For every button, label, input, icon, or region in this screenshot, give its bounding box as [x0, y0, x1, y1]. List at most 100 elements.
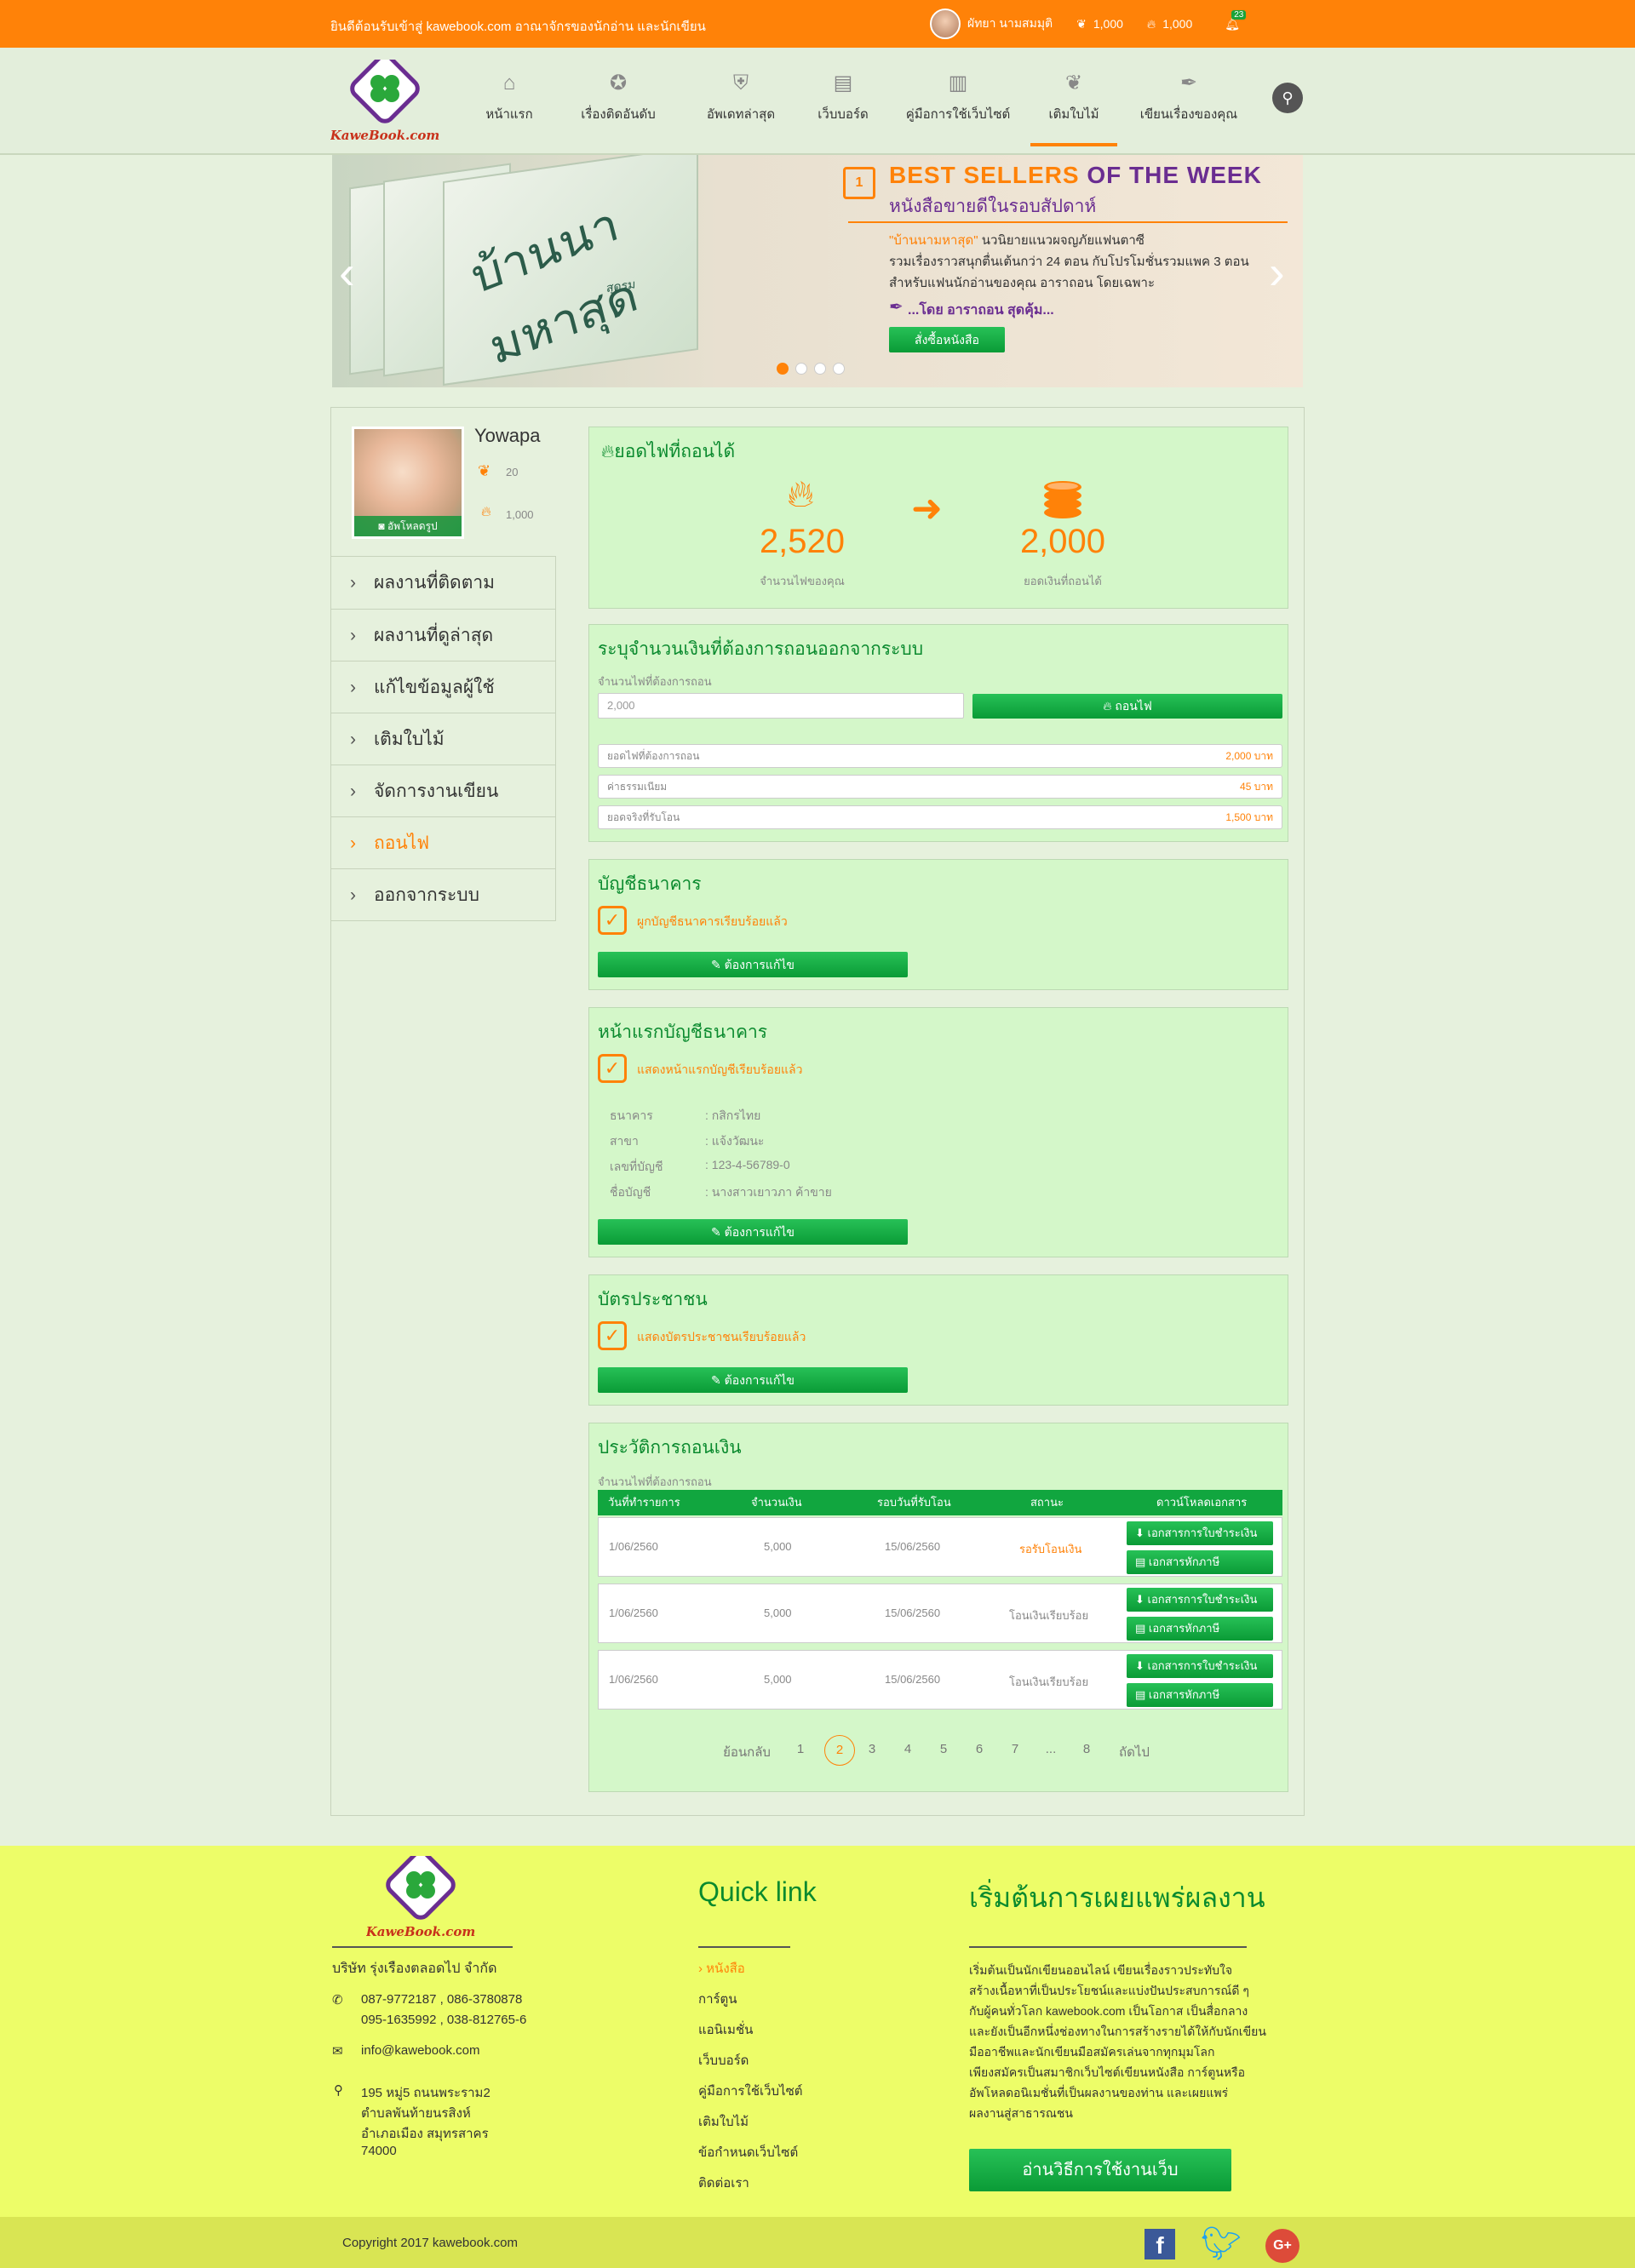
bell-icon[interactable]: 🔔︎ 23 [1225, 9, 1247, 32]
pagination-next[interactable]: ถัดไป [1109, 1742, 1160, 1762]
quick-link[interactable]: เติมใบไม้ [698, 2111, 749, 2132]
banner-prev-icon[interactable]: ‹ [339, 249, 355, 296]
top-bar: ยินดีต้อนรับเข้าสู่ kawebook.com อาณาจัก… [0, 0, 1635, 48]
history-table-header: วันที่ทำรายการ จำนวนเงิน รอบวันที่รับโอน… [598, 1490, 1282, 1515]
nav-topup[interactable]: ❦ เติมใบไม้ [1030, 72, 1117, 146]
sidebar-item-logout[interactable]: › ออกจากระบบ [331, 868, 556, 921]
sidebar-item-topup[interactable]: › เติมใบไม้ [331, 713, 556, 765]
buy-book-button[interactable]: สั่งซื้อหนังสือ [889, 327, 1005, 352]
quick-link[interactable]: การ์ตูน [698, 1989, 737, 2009]
fire-count: 1,000 [1162, 17, 1193, 31]
bookbank-status: แสดงหน้าแรกบัญชีเรียบร้อยแล้ว [637, 1062, 803, 1076]
quick-link[interactable]: คู่มือการใช้เว็บไซต์ [698, 2081, 803, 2101]
sidebar-item-manage[interactable]: › จัดการงานเขียน [331, 765, 556, 817]
download-tax-button[interactable]: ▤ เอกสารหักภาษี [1127, 1550, 1273, 1574]
field-label: ชื่อบัญชี [610, 1185, 651, 1199]
banner-next-icon[interactable]: › [1269, 249, 1285, 296]
table-row: 1/06/2560 5,000 15/06/2560 โอนเงินเรียบร… [598, 1584, 1282, 1643]
nav-home[interactable]: ⌂ หน้าแรก [484, 72, 535, 124]
card-title: ประวัติการถอนเงิน [598, 1438, 742, 1458]
chevron-right-icon: › [350, 626, 356, 645]
chevron-right-icon: › [350, 833, 356, 853]
clover-logo-icon: KaweBook.com [365, 1850, 475, 1939]
withdraw-button[interactable]: 🔥︎ ถอนไฟ [972, 694, 1282, 719]
location-icon: ⚲ [334, 2083, 343, 2098]
hero-banner: บ้านนามหาสุด สุดรม 1 BEST SELLERS OF THE… [332, 155, 1303, 387]
pagination-page[interactable]: 6 [971, 1742, 988, 1756]
sidebar-item-following[interactable]: › ผลงานที่ติดตาม [331, 556, 556, 609]
download-receipt-button[interactable]: ⬇ เอกสารการใบชำระเงิน [1127, 1521, 1273, 1545]
edit-idcard-button[interactable]: ✎ ต้องการแก้ไข [598, 1367, 908, 1393]
download-icon: ⬇ [1135, 1593, 1144, 1606]
banner-dot[interactable] [795, 363, 807, 375]
book-icon: ▥ [948, 72, 968, 94]
bookbank-card: หน้าแรกบัญชีธนาคาร ✓ แสดงหน้าแรกบัญชีเรี… [588, 1007, 1288, 1257]
download-receipt-button[interactable]: ⬇ เอกสารการใบชำระเงิน [1127, 1654, 1273, 1678]
award-icon: ✪ [609, 72, 628, 94]
banner-divider [848, 221, 1288, 223]
table-row: 1/06/2560 5,000 15/06/2560 รอรับโอนเงิน … [598, 1517, 1282, 1577]
user-avatar[interactable] [930, 9, 961, 39]
quick-link[interactable]: แอนิเมชั่น [698, 2019, 753, 2040]
nav-ranking[interactable]: ✪ เรื่องติดอันดับ [576, 72, 661, 124]
banner-dot[interactable] [777, 363, 789, 375]
nav-webboard[interactable]: ▤ เว็บบอร์ด [813, 72, 873, 124]
how-to-use-button[interactable]: อ่านวิธีการใช้งานเว็บ [969, 2149, 1231, 2191]
chat-icon: ▤ [833, 72, 853, 94]
user-name[interactable]: ผัทยา นามสมมุติ [967, 14, 1053, 33]
sidebar-item-edit-profile[interactable]: › แก้ไขข้อมูลผู้ใช้ [331, 661, 556, 713]
edit-bookbank-button[interactable]: ✎ ต้องการแก้ไข [598, 1219, 908, 1245]
download-receipt-button[interactable]: ⬇ เอกสารการใบชำระเงิน [1127, 1588, 1273, 1612]
pagination-page[interactable]: 1 [792, 1742, 809, 1756]
facebook-icon[interactable]: f [1144, 2229, 1175, 2259]
nav-updates[interactable]: ⛨ อัพเดทล่าสุด [698, 72, 783, 124]
withdraw-amount-label: จำนวนไฟที่ต้องการถอน [598, 675, 712, 688]
sidebar-item-recent[interactable]: › ผลงานที่ดูล่าสุด [331, 609, 556, 662]
pagination-page[interactable]: 5 [935, 1742, 952, 1756]
quick-link[interactable]: ติดต่อเรา [698, 2173, 749, 2193]
profile-leaves: 20 [506, 466, 519, 478]
pagination-prev[interactable]: ย้อนกลับ [717, 1742, 777, 1762]
twitter-icon[interactable]: 🐦︎ [1201, 2227, 1242, 2261]
download-icon: ⬇ [1135, 1526, 1144, 1539]
download-tax-button[interactable]: ▤ เอกสารหักภาษี [1127, 1617, 1273, 1641]
fire-icon: 🔥︎ [601, 442, 615, 461]
footer-divider [969, 1946, 1247, 1948]
phone-icon: ✆ [332, 1993, 343, 2007]
banner-dot[interactable] [814, 363, 826, 375]
address-line: ตำบลพันท้ายนรสิงห์ [361, 2106, 471, 2121]
clover-logo-icon: KaweBook.com [330, 54, 439, 143]
google-plus-icon[interactable]: G+ [1265, 2229, 1299, 2263]
home-icon: ⌂ [502, 72, 516, 94]
pagination-page[interactable]: 4 [899, 1742, 916, 1756]
nav-write[interactable]: ✒ เขียนเรื่องของคุณ [1136, 72, 1242, 124]
pagination-page-current[interactable]: 2 [824, 1735, 855, 1766]
nav-manual[interactable]: ▥ คู่มือการใช้เว็บไซต์ [903, 72, 1013, 124]
sidebar-item-withdraw[interactable]: › ถอนไฟ [331, 816, 556, 869]
search-button[interactable]: ⚲ [1272, 83, 1303, 113]
user-menu[interactable]: ผัทยา นามสมมุติ ❦ 1,000 🔥︎ 1,000 🔔︎ 23 [930, 9, 1247, 39]
edit-bank-button[interactable]: ✎ ต้องการแก้ไข [598, 952, 908, 977]
best-sellers-title: BEST SELLERS OF THE WEEK [889, 162, 1262, 188]
banner-description: "บ้านนามหาสุด" นวนิยายแนวผจญภัยแฟนตาซี ร… [889, 233, 1249, 290]
address-line: อำเภอเมือง สมุทรสาคร [361, 2127, 489, 2141]
card-title: หน้าแรกบัญชีธนาคาร [598, 1022, 768, 1042]
upload-photo-button[interactable]: ◙ อัพโหลดรูป [354, 516, 462, 536]
pagination-page[interactable]: 3 [863, 1742, 881, 1756]
footer-logo[interactable]: KaweBook.com [365, 1850, 475, 1941]
company-name: บริษัท รุ่งเรืองตลอดไป จำกัด [332, 1962, 497, 1976]
download-tax-button[interactable]: ▤ เอกสารหักภาษี [1127, 1683, 1273, 1707]
quick-link[interactable]: ข้อกำหนดเว็บไซต์ [698, 2142, 798, 2162]
quick-link[interactable]: เว็บบอร์ด [698, 2050, 749, 2070]
banner-dot[interactable] [833, 363, 845, 375]
card-title: บัตรประชาชน [598, 1290, 708, 1309]
copyright-text: Copyright 2017 kawebook.com [342, 2236, 518, 2250]
site-logo[interactable]: KaweBook.com [330, 54, 439, 145]
field-value: : นางสาวเยาวภา ค้าขาย [705, 1185, 832, 1199]
email-text[interactable]: info@kawebook.com [361, 2043, 479, 2058]
pagination-page[interactable]: 7 [1007, 1742, 1024, 1756]
copyright-bar: Copyright 2017 kawebook.com f 🐦︎ G+ [0, 2217, 1635, 2268]
quick-link[interactable]: › หนังสือ [698, 1958, 745, 1979]
withdraw-amount-input[interactable]: 2,000 [598, 693, 964, 719]
pagination-page[interactable]: 8 [1078, 1742, 1095, 1756]
